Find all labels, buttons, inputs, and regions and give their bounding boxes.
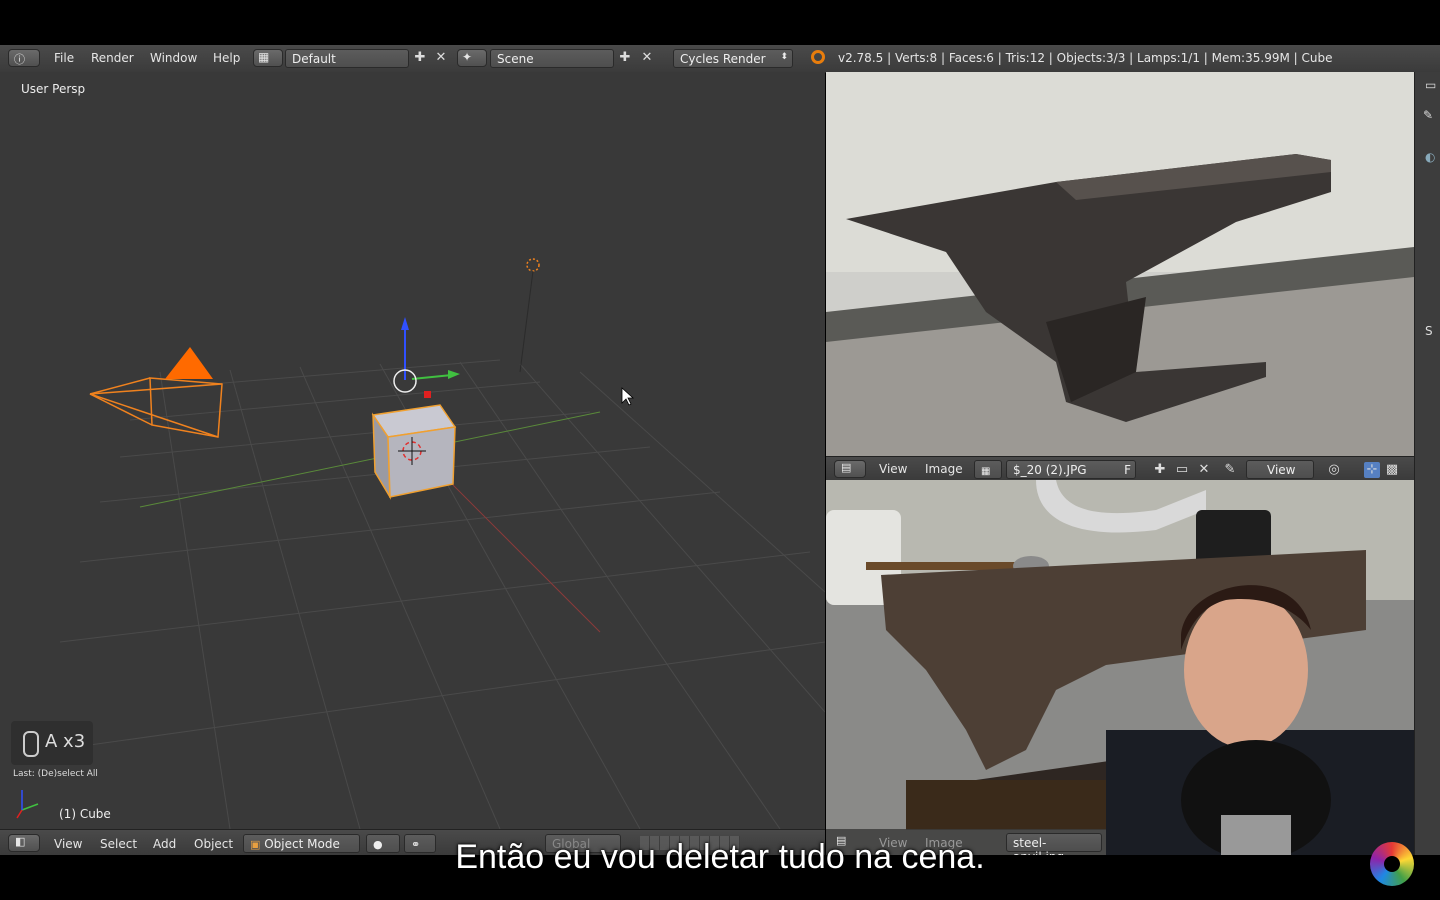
- image-editor-top[interactable]: [826, 72, 1414, 456]
- info-header: ⓘ File Render Window Help ▦ Default ✚ ✕ …: [0, 45, 1440, 73]
- properties-toolshelf[interactable]: ▭ ✎ ◐ S: [1414, 72, 1440, 855]
- scene-field[interactable]: Scene: [490, 49, 614, 68]
- mouse-icon: [23, 731, 39, 757]
- lamp-object: [526, 258, 540, 272]
- webcam-photo: [826, 480, 1414, 855]
- channels-icon[interactable]: ▩: [1384, 462, 1400, 478]
- anvil-photo-1: [826, 72, 1414, 456]
- new-image-icon[interactable]: ✚: [1152, 462, 1168, 478]
- camera-object: [89, 377, 223, 438]
- add-scene-icon[interactable]: ✚: [617, 50, 633, 66]
- mouse-cursor: [621, 387, 635, 406]
- editor-type-button[interactable]: ⓘ: [8, 49, 40, 67]
- key-hint-text: A x3: [45, 731, 86, 752]
- tools-icon[interactable]: ✎: [1423, 108, 1433, 122]
- scene-stats: v2.78.5 | Verts:8 | Faces:6 | Tris:12 | …: [838, 51, 1333, 65]
- image-name: $_20 (2).JPG: [1013, 463, 1087, 477]
- menu-window[interactable]: Window: [150, 51, 197, 65]
- x-axis-line: [139, 411, 601, 508]
- image-browse-icon: ▦: [981, 466, 991, 477]
- info-icon: ⓘ: [14, 53, 25, 66]
- image-editor-type-button[interactable]: ▤: [834, 460, 866, 478]
- key-press-indicator: A x3: [11, 721, 93, 765]
- menu-render[interactable]: Render: [91, 51, 134, 65]
- channel-logo-icon: [1370, 842, 1414, 886]
- fake-user-toggle[interactable]: F: [1124, 463, 1131, 477]
- view-mode-label: View: [1267, 463, 1296, 477]
- scene-selector-button[interactable]: ✦: [457, 49, 487, 67]
- blender-logo-icon: [811, 50, 825, 64]
- image-editor-header: ▤ View Image ▦ $_20 (2).JPG F ✚ ▭ ✕ ✎ Vi…: [826, 456, 1414, 481]
- transform-manipulator: [393, 317, 460, 398]
- scene-icon: ✦: [462, 50, 473, 64]
- active-object-label: (1) Cube: [59, 807, 111, 821]
- pin-icon[interactable]: ✎: [1222, 462, 1238, 478]
- open-image-icon[interactable]: ▭: [1174, 462, 1190, 478]
- image-browse-field[interactable]: ▦: [974, 460, 1002, 479]
- remove-scene-icon[interactable]: ✕: [639, 50, 655, 66]
- menu-help[interactable]: Help: [213, 51, 240, 65]
- add-layout-icon[interactable]: ✚: [412, 50, 428, 66]
- dropdown-arrows-icon: ⬍: [780, 52, 788, 62]
- unlink-image-icon[interactable]: ✕: [1196, 462, 1212, 478]
- image-menu-image[interactable]: Image: [925, 462, 963, 476]
- screen-layout-field[interactable]: Default: [285, 49, 409, 68]
- render-engine-dropdown[interactable]: Cycles Render ⬍: [673, 49, 793, 68]
- image-editor-bottom[interactable]: [826, 480, 1414, 855]
- view-mode-dropdown[interactable]: View: [1246, 460, 1314, 479]
- image-icon: ▤: [841, 461, 852, 474]
- panel-label-s: S: [1425, 324, 1433, 338]
- image-menu-view[interactable]: View: [879, 462, 907, 476]
- menu-file[interactable]: File: [54, 51, 74, 65]
- pivot-point-icon[interactable]: ◎: [1326, 462, 1342, 478]
- render-icon[interactable]: ▭: [1425, 78, 1436, 92]
- last-operator-label: Last: (De)select All: [13, 769, 98, 779]
- material-icon[interactable]: ◐: [1425, 150, 1435, 164]
- video-subtitle: Então eu vou deletar tudo na cena.: [455, 838, 985, 876]
- axis-gizmo: [16, 790, 39, 819]
- viewport-scene: [16, 258, 825, 829]
- letterbox-top: [0, 0, 1440, 45]
- remove-layout-icon[interactable]: ✕: [433, 50, 449, 66]
- 3d-viewport[interactable]: User Persp A x3 Last: (De)select All (1)…: [0, 72, 825, 829]
- screen-layout-name: Default: [292, 52, 336, 66]
- uv-sync-icon[interactable]: ⊹: [1364, 462, 1380, 478]
- layout-grid-icon: ▦: [258, 50, 270, 64]
- scene-name: Scene: [497, 52, 534, 66]
- image-name-field[interactable]: $_20 (2).JPG F: [1006, 460, 1136, 479]
- layout-selector-button[interactable]: ▦: [253, 49, 283, 67]
- render-engine-label: Cycles Render: [680, 52, 766, 66]
- camera-up-triangle: [165, 347, 213, 379]
